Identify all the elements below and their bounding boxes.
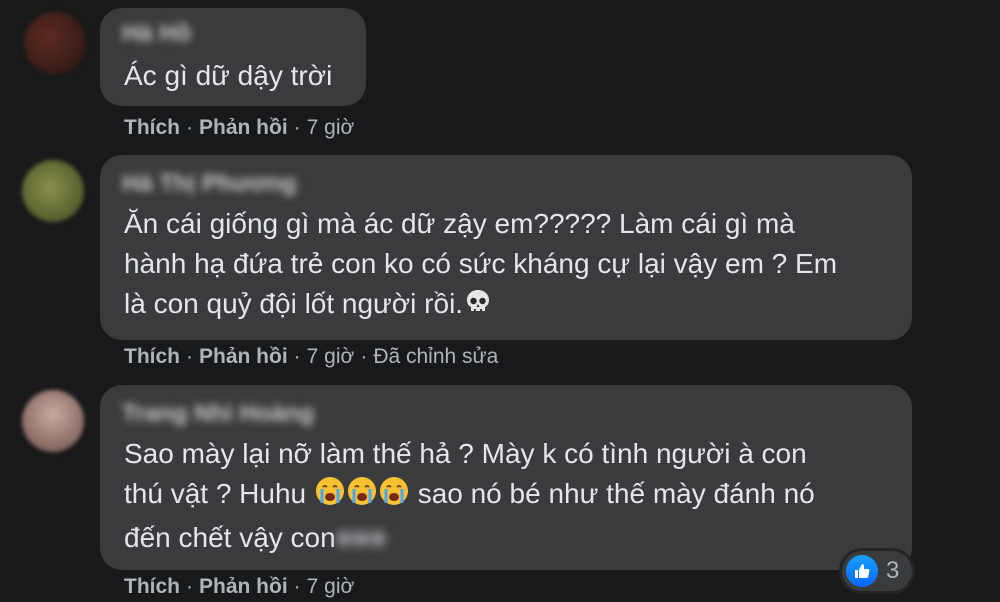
- loudly-crying-face-icon: [314, 475, 346, 518]
- avatar[interactable]: [22, 390, 84, 452]
- comment-author[interactable]: Hà Hồ: [122, 20, 191, 48]
- reaction-summary[interactable]: 3: [842, 551, 912, 591]
- comment-line: Sao mày lại nỡ làm thế hả ? Mày k có tìn…: [124, 438, 807, 469]
- loudly-crying-face-icon: [378, 475, 410, 518]
- comment-line: thú vật ? Huhu: [124, 478, 307, 509]
- reaction-count: 3: [886, 557, 900, 584]
- comment-time[interactable]: 7 giờ: [307, 116, 355, 139]
- avatar[interactable]: [24, 12, 86, 74]
- comment-line: hành hạ đứa trẻ con ko có sức kháng cự l…: [124, 248, 838, 279]
- comment-line: Ác gì dữ dậy trời: [124, 60, 333, 91]
- comment-author[interactable]: Hà Thị Phương: [122, 170, 296, 198]
- like-icon: [846, 555, 878, 587]
- loudly-crying-face-icon: [346, 475, 378, 518]
- avatar[interactable]: [22, 160, 84, 222]
- reply-link[interactable]: Phản hồi: [199, 116, 288, 139]
- comment-text: Sao mày lại nỡ làm thế hả ? Mày k có tìn…: [124, 434, 815, 558]
- skull-icon: [463, 287, 493, 328]
- comment-actions: Thích · Phản hồi · 7 giờ · Đã chỉnh sửa: [124, 345, 499, 368]
- comment-line: là con quỷ đội lốt người rồi.: [124, 288, 464, 319]
- comment-author[interactable]: Trang Nhi Hoàng: [122, 400, 314, 428]
- reply-link[interactable]: Phản hồi: [199, 575, 288, 598]
- comment-line: đến chết vậy con: [124, 522, 336, 553]
- comment-line: Ăn cái giống gì mà ác dữ zậy em????? Làm…: [124, 208, 795, 239]
- comment-actions: Thích · Phản hồi · 7 giờ: [124, 575, 355, 598]
- comment-text: Ác gì dữ dậy trời: [124, 56, 332, 96]
- like-link[interactable]: Thích: [124, 575, 180, 598]
- edited-label: Đã chỉnh sửa: [373, 345, 499, 368]
- like-link[interactable]: Thích: [124, 116, 180, 139]
- redacted-text: ■■■: [335, 522, 387, 553]
- comment-text: Ăn cái giống gì mà ác dữ zậy em????? Làm…: [124, 204, 837, 328]
- comment-line: sao nó bé như thế mày đánh nó: [417, 478, 815, 509]
- reply-link[interactable]: Phản hồi: [199, 345, 288, 368]
- like-link[interactable]: Thích: [124, 345, 180, 368]
- comment-time[interactable]: 7 giờ: [307, 575, 355, 598]
- comment-time[interactable]: 7 giờ: [307, 345, 355, 368]
- comment-actions: Thích · Phản hồi · 7 giờ: [124, 116, 355, 139]
